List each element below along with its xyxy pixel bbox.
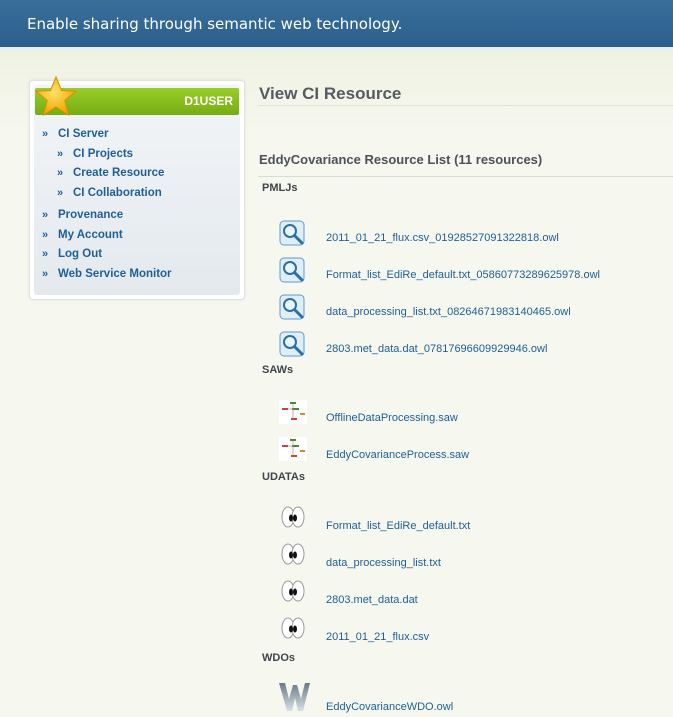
list-item: 2011_01_21_flux.csv <box>278 616 673 648</box>
file-link[interactable]: 2011_01_21_flux.csv <box>326 631 429 643</box>
sidebar: D1USER » CI Server » CI Projects » Create R… <box>29 75 245 300</box>
sidebar-item-create-resource[interactable]: » Create Resource <box>42 167 172 187</box>
file-link[interactable]: 2803.met_data.dat <box>326 594 418 606</box>
chevron-right-icon: » <box>42 248 49 260</box>
file-link[interactable]: Format_list_EdiRe_default.txt_0586077328… <box>326 269 600 281</box>
workflow-diagram-icon[interactable] <box>278 398 312 428</box>
sidebar-item-ci-collaboration[interactable]: » CI Collaboration <box>42 187 172 207</box>
sidebar-item-provenance[interactable]: » Provenance <box>42 209 172 229</box>
magnifier-icon[interactable] <box>278 257 312 287</box>
eyes-icon[interactable] <box>278 616 312 646</box>
banner-tagline: Enable sharing through semantic web tech… <box>27 15 403 33</box>
chevron-right-icon: » <box>57 167 64 179</box>
list-item: OfflineDataProcessing.saw <box>278 398 673 430</box>
chevron-right-icon: » <box>42 209 49 221</box>
eyes-icon[interactable] <box>278 542 312 572</box>
workflow-diagram-icon[interactable] <box>278 435 312 465</box>
section-label-wdos: WDOs <box>262 652 295 664</box>
section-label-pmljs: PMLJs <box>262 182 298 194</box>
chevron-right-icon: » <box>42 228 49 241</box>
list-item: Format_list_EdiRe_default.txt_0586077328… <box>278 257 673 289</box>
file-link[interactable]: EddyCovarianceProcess.saw <box>326 449 469 461</box>
sidebar-item-web-service-monitor[interactable]: » Web Service Monitor <box>42 268 172 288</box>
list-item: 2011_01_21_flux.csv_01928527091322818.ow… <box>278 220 673 252</box>
eyes-icon[interactable] <box>278 505 312 535</box>
list-divider <box>258 176 673 177</box>
list-item: Format_list_EdiRe_default.txt <box>278 505 673 537</box>
chevron-right-icon: » <box>57 147 64 160</box>
chevron-right-icon: » <box>57 186 64 199</box>
magnifier-icon[interactable] <box>278 220 312 250</box>
file-link[interactable]: 2803.met_data.dat_07817696609929946.owl <box>326 343 547 355</box>
sidebar-item-label[interactable]: CI Collaboration <box>73 187 162 199</box>
list-item: EddyCovarianceWDO.owl <box>278 682 673 714</box>
chevron-right-icon: » <box>42 267 49 280</box>
sidebar-item-label[interactable]: Provenance <box>58 209 123 221</box>
sidebar-item-label[interactable]: Web Service Monitor <box>58 268 172 280</box>
magnifier-icon[interactable] <box>278 294 312 324</box>
sidebar-menu: » CI Server » CI Projects » Create Resource… <box>42 128 172 287</box>
list-item: data_processing_list.txt_082646719831404… <box>278 294 673 326</box>
file-link[interactable]: EddyCovarianceWDO.owl <box>326 701 453 713</box>
file-link[interactable]: data_processing_list.txt_082646719831404… <box>326 306 571 318</box>
list-item: data_processing_list.txt <box>278 542 673 574</box>
magnifier-icon[interactable] <box>278 331 312 361</box>
sidebar-item-label[interactable]: CI Server <box>58 128 109 140</box>
page-title: View CI Resource <box>259 84 402 103</box>
username-label: D1USER <box>184 94 233 108</box>
sidebar-item-ci-projects[interactable]: » CI Projects <box>42 148 172 168</box>
list-item: 2803.met_data.dat <box>278 579 673 611</box>
sidebar-item-label[interactable]: Create Resource <box>73 167 164 179</box>
sidebar-item-label[interactable]: Log Out <box>58 248 102 260</box>
file-link[interactable]: data_processing_list.txt <box>326 557 441 569</box>
title-divider <box>258 105 673 106</box>
section-label-saws: SAWs <box>262 364 294 376</box>
list-item: 2803.met_data.dat_07817696609929946.owl <box>278 331 673 363</box>
section-label-udatas: UDATAs <box>262 471 305 483</box>
sidebar-item-label[interactable]: My Account <box>58 229 123 241</box>
w-letter-icon[interactable] <box>278 682 312 712</box>
resource-list-heading: EddyCovariance Resource List (11 resourc… <box>259 152 543 167</box>
top-banner: Enable sharing through semantic web tech… <box>0 0 673 50</box>
sidebar-item-label[interactable]: CI Projects <box>73 148 133 160</box>
star-icon <box>34 75 78 117</box>
sidebar-item-my-account[interactable]: » My Account <box>42 229 172 249</box>
file-link[interactable]: OfflineDataProcessing.saw <box>326 412 458 424</box>
eyes-icon[interactable] <box>278 579 312 609</box>
list-item: EddyCovarianceProcess.saw <box>278 435 673 467</box>
file-link[interactable]: 2011_01_21_flux.csv_01928527091322818.ow… <box>326 232 559 244</box>
sidebar-item-ci-server[interactable]: » CI Server <box>42 128 172 148</box>
sidebar-item-log-out[interactable]: » Log Out <box>42 248 172 268</box>
chevron-right-icon: » <box>42 128 49 140</box>
file-link[interactable]: Format_list_EdiRe_default.txt <box>326 520 470 532</box>
